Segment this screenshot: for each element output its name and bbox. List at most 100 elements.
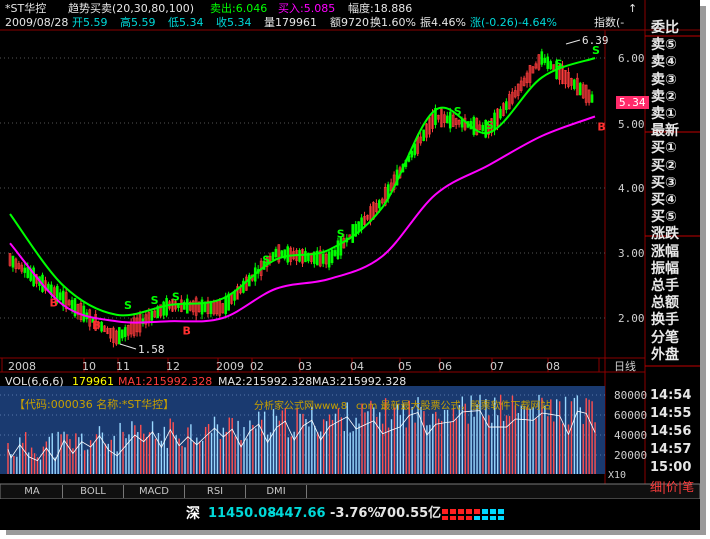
tab-ma[interactable]: MA <box>2 485 63 498</box>
chart-canvas: BB BBS S SSSSSSS <box>0 0 700 530</box>
candle-body <box>590 94 594 103</box>
sidebar-item-10[interactable]: 买④ <box>651 192 697 208</box>
sidebar-item-12[interactable]: 涨跌 <box>651 226 697 242</box>
quote-low: 低5.34 <box>168 16 204 29</box>
sidebar-item-2[interactable]: 卖④ <box>651 54 697 70</box>
candle-body <box>271 252 275 261</box>
candle-body <box>304 251 307 263</box>
quote-index: 指数(- <box>594 16 625 29</box>
candle-body <box>499 108 502 119</box>
quote-turnover: 换1.60% <box>370 16 416 29</box>
market-breadth-bar <box>442 516 448 520</box>
sidebar-item-16[interactable]: 总额 <box>651 295 697 311</box>
vol-ma2: MA2:215992.328 <box>218 375 313 388</box>
sidebar-item-7[interactable]: 买① <box>651 140 697 156</box>
low-price-annotation: 1.58 <box>138 343 165 356</box>
candle-body <box>123 327 127 338</box>
tab-boll[interactable]: BOLL <box>63 485 124 498</box>
promo-text-tail: com 最新最大股票公式，股票软件下载网站 <box>356 401 551 412</box>
candle-body <box>26 267 30 278</box>
market-breadth-bar <box>442 509 448 514</box>
sidebar-item-5[interactable]: 卖① <box>651 106 697 122</box>
vol-value: 179961 <box>72 375 114 388</box>
quote-amount: 额9720 <box>330 16 369 29</box>
sidebar-item-15[interactable]: 总手 <box>651 278 697 294</box>
vol-ma3: MA3:215992.328 <box>312 375 407 388</box>
sidebar-item-0[interactable]: 委比 <box>651 20 697 36</box>
price-tick-label: 6.00 <box>618 52 645 65</box>
candle-body <box>505 101 508 111</box>
sidebar-item-4[interactable]: 卖② <box>651 89 697 105</box>
trade-time: 14:56 <box>650 424 692 439</box>
time-tick-label: 12 <box>166 360 180 373</box>
quote-volume: 量179961 <box>264 16 317 29</box>
price-tick-label: 5.00 <box>618 118 645 131</box>
time-tick-label: 07 <box>490 360 504 373</box>
time-tick-label: 11 <box>116 360 130 373</box>
time-tick-label: 2008 <box>8 360 36 373</box>
sell-signal: S <box>454 105 462 118</box>
candle-body <box>333 250 337 256</box>
sidebar-bottom-tabs[interactable]: 细|价|笔 <box>650 481 694 494</box>
tab-macd[interactable]: MACD <box>124 485 185 498</box>
tab-dmi[interactable]: DMI <box>246 485 307 498</box>
vol-indicator-name[interactable]: VOL(6,6,6) <box>5 375 64 388</box>
current-price-tag: 5.34 <box>616 96 649 109</box>
trade-time: 14:57 <box>650 442 692 457</box>
quote-close: 收5.34 <box>216 16 252 29</box>
vol-tick-label: 60000 <box>614 409 648 422</box>
market-turnover: 700.55亿 <box>378 506 442 521</box>
candle-body <box>100 321 103 332</box>
period-selector[interactable]: 日线 <box>614 360 636 373</box>
candle-body <box>82 305 86 322</box>
market-breadth-bar <box>474 516 480 520</box>
market-breadth-bar <box>482 509 488 514</box>
time-tick-label: 04 <box>350 360 364 373</box>
market-breadth-bar <box>458 516 464 520</box>
sidebar-item-18[interactable]: 分笔 <box>651 330 697 346</box>
sidebar-item-19[interactable]: 外盘 <box>651 347 697 363</box>
arrow-up-icon: ↑ <box>628 2 638 15</box>
sidebar-item-1[interactable]: 卖⑤ <box>651 37 697 53</box>
sidebar-item-3[interactable]: 卖③ <box>651 72 697 88</box>
market-breadth-bar <box>466 509 472 514</box>
candle-body <box>472 116 476 135</box>
tab-rsi[interactable]: RSI <box>185 485 246 498</box>
sell-signal: S <box>124 299 132 312</box>
index-change-pct: -3.76% <box>330 506 381 521</box>
sidebar-item-11[interactable]: 买⑤ <box>651 209 697 225</box>
range-value: 幅度:18.886 <box>348 2 413 15</box>
candle-body <box>70 299 74 311</box>
candle-body <box>573 79 576 89</box>
candle-body <box>327 251 331 268</box>
sidebar-item-6[interactable]: 最新 <box>651 123 697 139</box>
sidebar-item-9[interactable]: 买③ <box>651 175 697 191</box>
sidebar-item-14[interactable]: 振幅 <box>651 261 697 277</box>
candle-body <box>280 250 284 258</box>
candle-body <box>32 267 35 287</box>
candle-body <box>481 124 485 132</box>
candle-body <box>162 301 165 316</box>
index-value: 11450.08 <box>208 506 277 521</box>
vol-tick-label: 40000 <box>614 429 648 442</box>
sidebar-item-13[interactable]: 涨幅 <box>651 244 697 260</box>
trade-time: 14:55 <box>650 406 692 421</box>
buy-signal: B <box>597 121 605 134</box>
quote-high: 高5.59 <box>120 16 156 29</box>
sidebar-item-17[interactable]: 换手 <box>651 312 697 328</box>
indicator-name[interactable]: 趋势买卖(20,30,80,100) <box>68 2 194 15</box>
candle-body <box>378 200 381 209</box>
candle-body <box>23 267 27 273</box>
vol-unit-label: X10 <box>608 470 627 481</box>
candle-body <box>224 296 227 315</box>
price-tick-label: 2.00 <box>618 312 645 325</box>
sell-signal: S <box>262 253 270 266</box>
time-tick-label: 02 <box>250 360 264 373</box>
candle-body <box>445 115 449 124</box>
candle-body <box>330 249 334 264</box>
candle-body <box>549 61 552 70</box>
vol-tick-label: 20000 <box>614 449 648 462</box>
vol-ma1: MA1:215992.328 <box>118 375 213 388</box>
market-breadth-bar <box>498 509 504 514</box>
sidebar-item-8[interactable]: 买② <box>651 158 697 174</box>
